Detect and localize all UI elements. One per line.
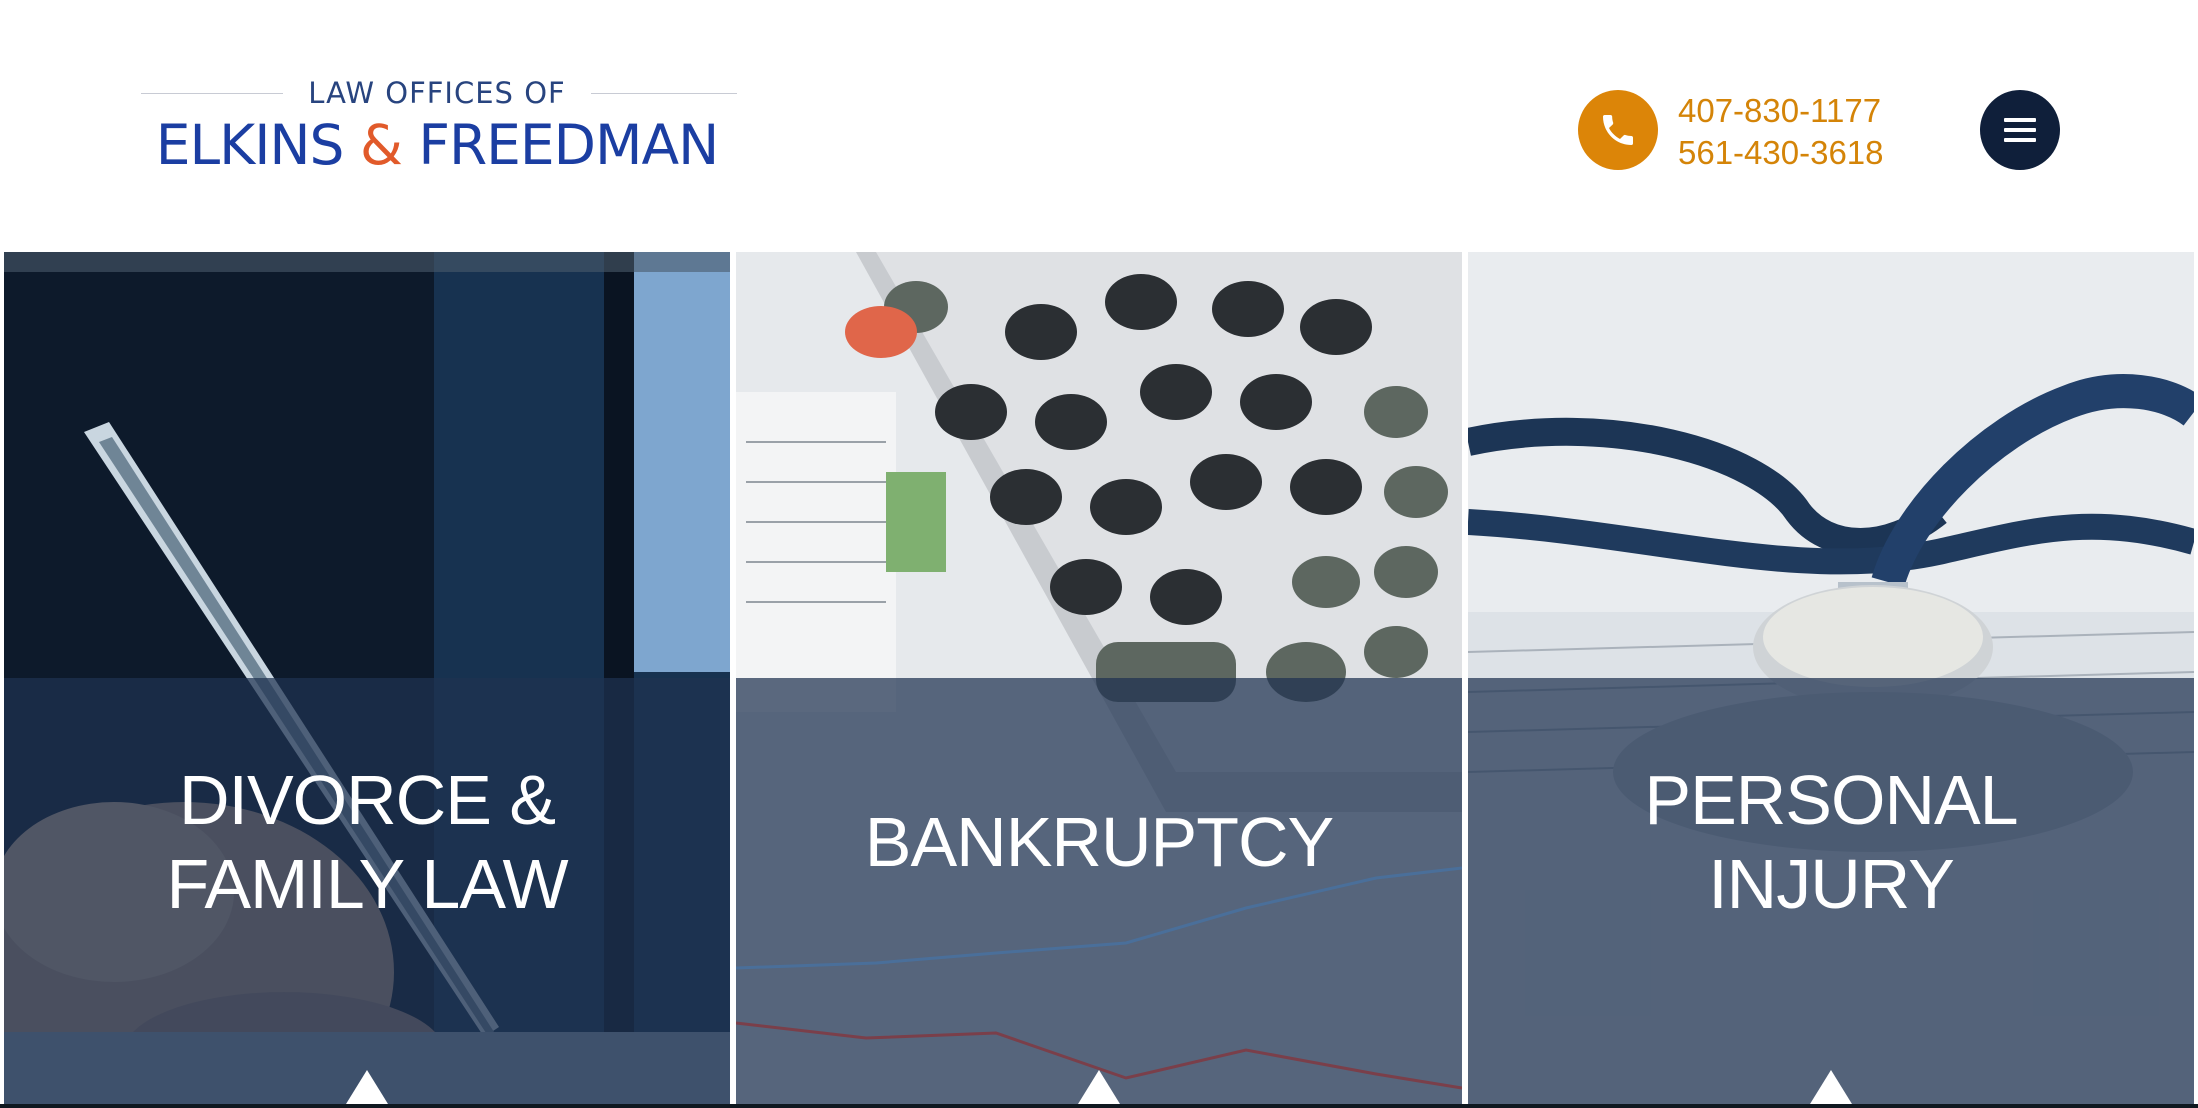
panel-title-line-2: FAMILY LAW <box>166 845 568 923</box>
logo-name-right: FREEDMAN <box>401 113 719 177</box>
panel-title-line-1: PERSONAL <box>1644 761 2018 839</box>
panel-title-line-1: BANKRUPTCY <box>864 803 1334 881</box>
logo-name-left: ELKINS <box>155 113 360 177</box>
phone-number-2[interactable]: 561-430-3618 <box>1678 132 1898 174</box>
practice-area-bankruptcy[interactable]: BANKRUPTCY <box>736 252 1462 1104</box>
phone-numbers: 407-830-1177 561-430-3618 <box>1678 90 1898 174</box>
panel-title: DIVORCE & FAMILY LAW <box>4 737 730 947</box>
logo-ampersand: & <box>359 113 403 177</box>
menu-bar <box>2004 138 2036 142</box>
menu-button[interactable] <box>1980 90 2060 170</box>
phone-number-1[interactable]: 407-830-1177 <box>1678 90 1898 132</box>
panel-title-line-2: INJURY <box>1708 845 1955 923</box>
logo-top-line: LAW OFFICES OF <box>137 74 737 114</box>
panel-title: PERSONAL INJURY <box>1468 737 2194 947</box>
site-header: LAW OFFICES OF ELKINS & FREEDMAN 407-830… <box>0 0 2198 252</box>
logo-firm-name: ELKINS & FREEDMAN <box>137 110 737 180</box>
practice-area-personal-injury[interactable]: PERSONAL INJURY <box>1468 252 2194 1104</box>
phone-icon[interactable] <box>1578 90 1658 170</box>
panel-title-line-1: DIVORCE & <box>178 761 556 839</box>
bottom-bar <box>0 1104 2198 1108</box>
menu-bar <box>2004 118 2036 122</box>
site-logo[interactable]: LAW OFFICES OF ELKINS & FREEDMAN <box>137 74 737 184</box>
practice-area-divorce-family-law[interactable]: DIVORCE & FAMILY LAW <box>4 252 730 1104</box>
up-arrow-icon <box>346 1070 388 1104</box>
up-arrow-icon <box>1810 1070 1852 1104</box>
menu-bar <box>2004 128 2036 132</box>
logo-rule-right <box>591 93 737 94</box>
panel-title: BANKRUPTCY <box>736 737 1462 947</box>
up-arrow-icon <box>1078 1070 1120 1104</box>
